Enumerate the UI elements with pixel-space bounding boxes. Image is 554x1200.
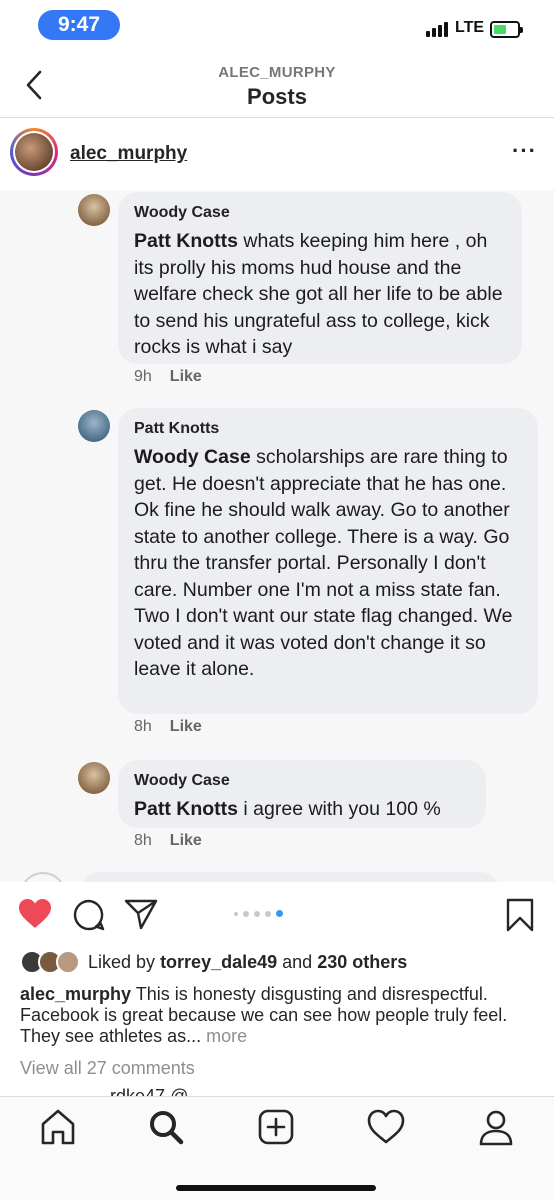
caption-more-link[interactable]: more [201,1026,247,1046]
comment-text: Woody Case scholarships are rare thing t… [134,444,522,683]
tab-bar [0,1096,554,1200]
post-header: alec_murphy ··· [0,118,554,190]
bookmark-icon[interactable] [506,898,534,937]
liker-avatars [20,950,80,974]
likes-connector: and [282,951,313,972]
comment-mention: Patt Knotts [134,230,238,252]
comment-like: Like [169,718,202,735]
caption: alec_murphy This is honesty disgusting a… [20,984,540,1047]
comment-bubble: Woody Case Patt Knotts whats keeping him… [118,192,522,364]
avatar[interactable] [10,128,58,176]
likes-prefix: Liked by [88,951,156,972]
status-bar: 9:47 LTE [0,0,554,54]
comment-body: i agree with you 100 % [238,798,441,820]
commenter-name: Patt Knotts [134,420,220,437]
send-icon[interactable] [124,898,158,935]
comment-like: Like [169,832,202,849]
comment-time: 8h [134,718,152,735]
carousel-indicator [234,910,283,917]
post-image[interactable]: Woody Case Patt Knotts whats keeping him… [0,190,554,882]
comment-text: Patt Knotts i agree with you 100 % [134,796,470,823]
commenter-avatar [78,762,110,794]
likes-summary[interactable]: Liked by torrey_dale49 and 230 others [20,948,407,976]
status-time[interactable]: 9:47 [38,10,120,40]
action-bar [0,882,554,946]
nav-title: Posts [247,84,307,109]
home-indicator [176,1185,376,1191]
signal-icon [426,22,448,37]
search-icon[interactable] [146,1107,186,1147]
comment-icon[interactable] [72,898,106,937]
likes-others[interactable]: 230 others [317,952,407,973]
home-icon[interactable] [38,1107,78,1147]
comment-mention: Woody Case [134,446,251,468]
comment-meta: 8h Like [134,718,202,736]
commenter-name: Woody Case [134,772,230,789]
comment-meta: 9h Like [134,368,202,386]
liker-username[interactable]: torrey_dale49 [160,952,277,973]
comment-like: Like [169,368,202,385]
comment-time: 9h [134,368,152,385]
comment-meta: 8h Like [134,832,202,850]
person-icon[interactable] [476,1107,516,1147]
caption-username[interactable]: alec_murphy [20,984,131,1004]
comment-body: scholarships are rare thing to get. He d… [134,446,513,680]
commenter-avatar [78,194,110,226]
comment-bubble: Woody Case Patt Knotts i agree with you … [118,760,486,828]
ellipsis-icon[interactable]: ··· [512,140,537,162]
partial-bubble [80,872,500,882]
comment-mention: Patt Knotts [134,798,238,820]
nav-header: ALEC_MURPHY Posts [0,54,554,118]
heart-icon[interactable] [366,1107,406,1147]
commenter-avatar [78,410,110,442]
comment-text: Patt Knotts whats keeping him here , oh … [134,228,506,361]
plus-square-icon[interactable] [256,1107,296,1147]
network-label: LTE [455,19,485,36]
nav-subtitle: ALEC_MURPHY [218,64,336,81]
battery-icon [490,21,523,38]
post-username[interactable]: alec_murphy [70,143,187,165]
partial-avatar [20,872,66,882]
commenter-name: Woody Case [134,204,230,221]
comment-time: 8h [134,832,152,849]
heart-filled-icon[interactable] [18,898,52,935]
view-all-comments-link[interactable]: View all 27 comments [20,1058,195,1079]
comment-bubble: Patt Knotts Woody Case scholarships are … [118,408,538,714]
